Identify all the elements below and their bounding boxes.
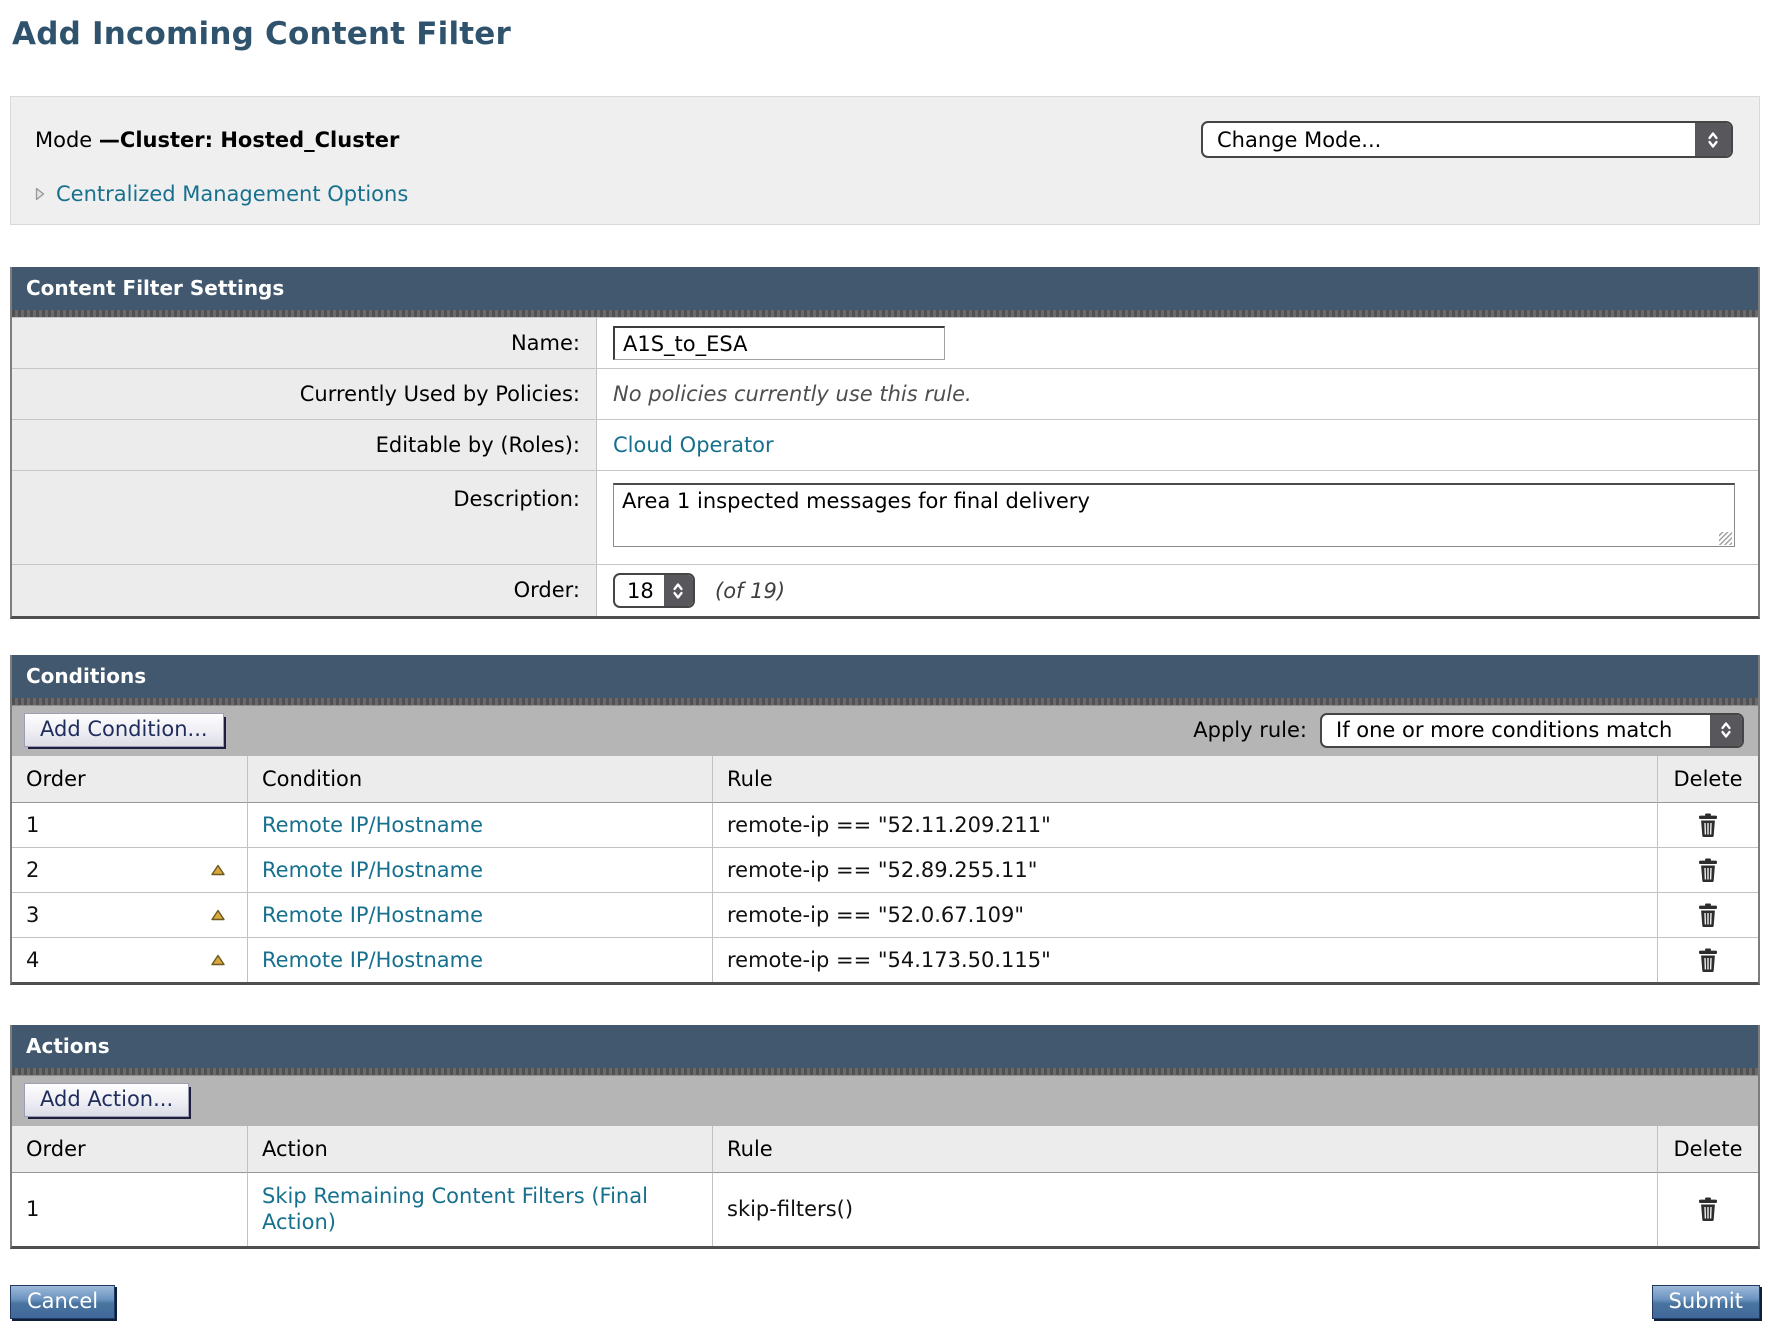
- settings-row-name: Name:: [12, 317, 1758, 368]
- condition-order-number: 1: [26, 813, 39, 837]
- column-header-order: Order: [12, 756, 248, 803]
- trash-icon[interactable]: [1697, 948, 1719, 972]
- column-header-action: Action: [248, 1126, 713, 1173]
- policies-value: No policies currently use this rule.: [613, 382, 972, 406]
- condition-row-order: 1: [12, 803, 248, 848]
- settings-row-description: Description: Area 1 inspected messages f…: [12, 470, 1758, 564]
- column-header-delete: Delete: [1658, 1126, 1758, 1173]
- mode-text: Mode —Cluster: Hosted_Cluster: [35, 128, 399, 152]
- editable-label: Editable by (Roles):: [12, 420, 597, 470]
- add-action-button[interactable]: Add Action...: [24, 1083, 189, 1117]
- conditions-table: Order Condition Rule Delete 1 Remote IP/…: [12, 756, 1758, 982]
- action-rule-text: skip-filters(): [713, 1173, 1658, 1246]
- column-header-order: Order: [12, 1126, 248, 1173]
- order-select[interactable]: 18: [613, 573, 695, 608]
- conditions-section-header: Conditions: [12, 655, 1758, 698]
- content-filter-settings-section: Content Filter Settings Name: Currently …: [10, 267, 1760, 619]
- condition-order-number: 2: [26, 858, 39, 882]
- centralized-management-options-link[interactable]: Centralized Management Options: [56, 182, 408, 206]
- texture-strip: [12, 310, 1758, 317]
- actions-table: Order Action Rule Delete 1 Skip Remainin…: [12, 1126, 1758, 1246]
- trash-icon[interactable]: [1697, 903, 1719, 927]
- page: Add Incoming Content Filter Mode —Cluste…: [0, 0, 1770, 1329]
- description-textarea[interactable]: Area 1 inspected messages for final deli…: [613, 483, 1735, 547]
- condition-order-number: 4: [26, 948, 39, 972]
- page-title: Add Incoming Content Filter: [12, 16, 1760, 52]
- apply-rule-select[interactable]: If one or more conditions match: [1320, 713, 1744, 748]
- cancel-button[interactable]: Cancel: [10, 1285, 115, 1319]
- description-label: Description:: [12, 471, 597, 564]
- condition-row-order: 3: [12, 893, 248, 938]
- disclosure-triangle-icon: [35, 187, 45, 201]
- action-link[interactable]: Skip Remaining Content Filters (Final Ac…: [262, 1183, 698, 1236]
- condition-rule-text: remote-ip == "52.11.209.211": [713, 803, 1658, 848]
- order-total-text: (of 19): [715, 579, 785, 603]
- submit-button[interactable]: Submit: [1652, 1285, 1761, 1319]
- move-up-icon[interactable]: [211, 864, 225, 876]
- editable-roles-link[interactable]: Cloud Operator: [613, 433, 774, 457]
- apply-rule-select-value: If one or more conditions match: [1322, 715, 1710, 746]
- conditions-section: Conditions Add Condition... Apply rule: …: [10, 655, 1760, 985]
- name-label: Name:: [12, 318, 597, 368]
- texture-strip: [12, 698, 1758, 705]
- column-header-rule: Rule: [713, 1126, 1658, 1173]
- move-up-icon[interactable]: [211, 954, 225, 966]
- condition-rule-text: remote-ip == "52.0.67.109": [713, 893, 1658, 938]
- change-mode-select[interactable]: Change Mode...: [1201, 121, 1733, 158]
- settings-row-policies: Currently Used by Policies: No policies …: [12, 368, 1758, 419]
- column-header-delete: Delete: [1658, 756, 1758, 803]
- action-order-number: 1: [26, 1197, 39, 1221]
- apply-rule-label: Apply rule:: [1193, 718, 1307, 742]
- policies-label: Currently Used by Policies:: [12, 369, 597, 419]
- name-input[interactable]: [613, 326, 945, 360]
- settings-row-order: Order: 18 (of 19): [12, 564, 1758, 616]
- footer: Cancel Submit: [10, 1285, 1760, 1329]
- order-select-value: 18: [615, 575, 664, 606]
- trash-icon[interactable]: [1697, 813, 1719, 837]
- updown-arrows-icon: [1710, 715, 1742, 746]
- condition-link[interactable]: Remote IP/Hostname: [262, 903, 483, 927]
- condition-row-order: 4: [12, 938, 248, 982]
- condition-link[interactable]: Remote IP/Hostname: [262, 948, 483, 972]
- mode-panel: Mode —Cluster: Hosted_Cluster Change Mod…: [10, 96, 1760, 225]
- change-mode-select-value: Change Mode...: [1203, 123, 1695, 156]
- move-up-icon[interactable]: [211, 909, 225, 921]
- add-condition-button[interactable]: Add Condition...: [24, 713, 224, 747]
- condition-link[interactable]: Remote IP/Hostname: [262, 813, 483, 837]
- trash-icon[interactable]: [1697, 1197, 1719, 1221]
- action-row-order: 1: [12, 1173, 248, 1246]
- condition-rule-text: remote-ip == "54.173.50.115": [713, 938, 1658, 982]
- trash-icon[interactable]: [1697, 858, 1719, 882]
- mode-value: —Cluster: Hosted_Cluster: [99, 128, 399, 152]
- order-label: Order:: [12, 565, 597, 616]
- condition-order-number: 3: [26, 903, 39, 927]
- actions-toolbar: Add Action...: [12, 1075, 1758, 1126]
- column-header-condition: Condition: [248, 756, 713, 803]
- settings-section-header: Content Filter Settings: [12, 267, 1758, 310]
- conditions-toolbar: Add Condition... Apply rule: If one or m…: [12, 705, 1758, 756]
- texture-strip: [12, 1068, 1758, 1075]
- updown-arrows-icon: [1695, 123, 1731, 156]
- condition-row-order: 2: [12, 848, 248, 893]
- actions-section: Actions Add Action... Order Action Rule …: [10, 1025, 1760, 1249]
- condition-rule-text: remote-ip == "52.89.255.11": [713, 848, 1658, 893]
- mode-label: Mode: [35, 128, 99, 152]
- actions-section-header: Actions: [12, 1025, 1758, 1068]
- settings-row-editable: Editable by (Roles): Cloud Operator: [12, 419, 1758, 470]
- updown-arrows-icon: [664, 575, 693, 606]
- condition-link[interactable]: Remote IP/Hostname: [262, 858, 483, 882]
- column-header-rule: Rule: [713, 756, 1658, 803]
